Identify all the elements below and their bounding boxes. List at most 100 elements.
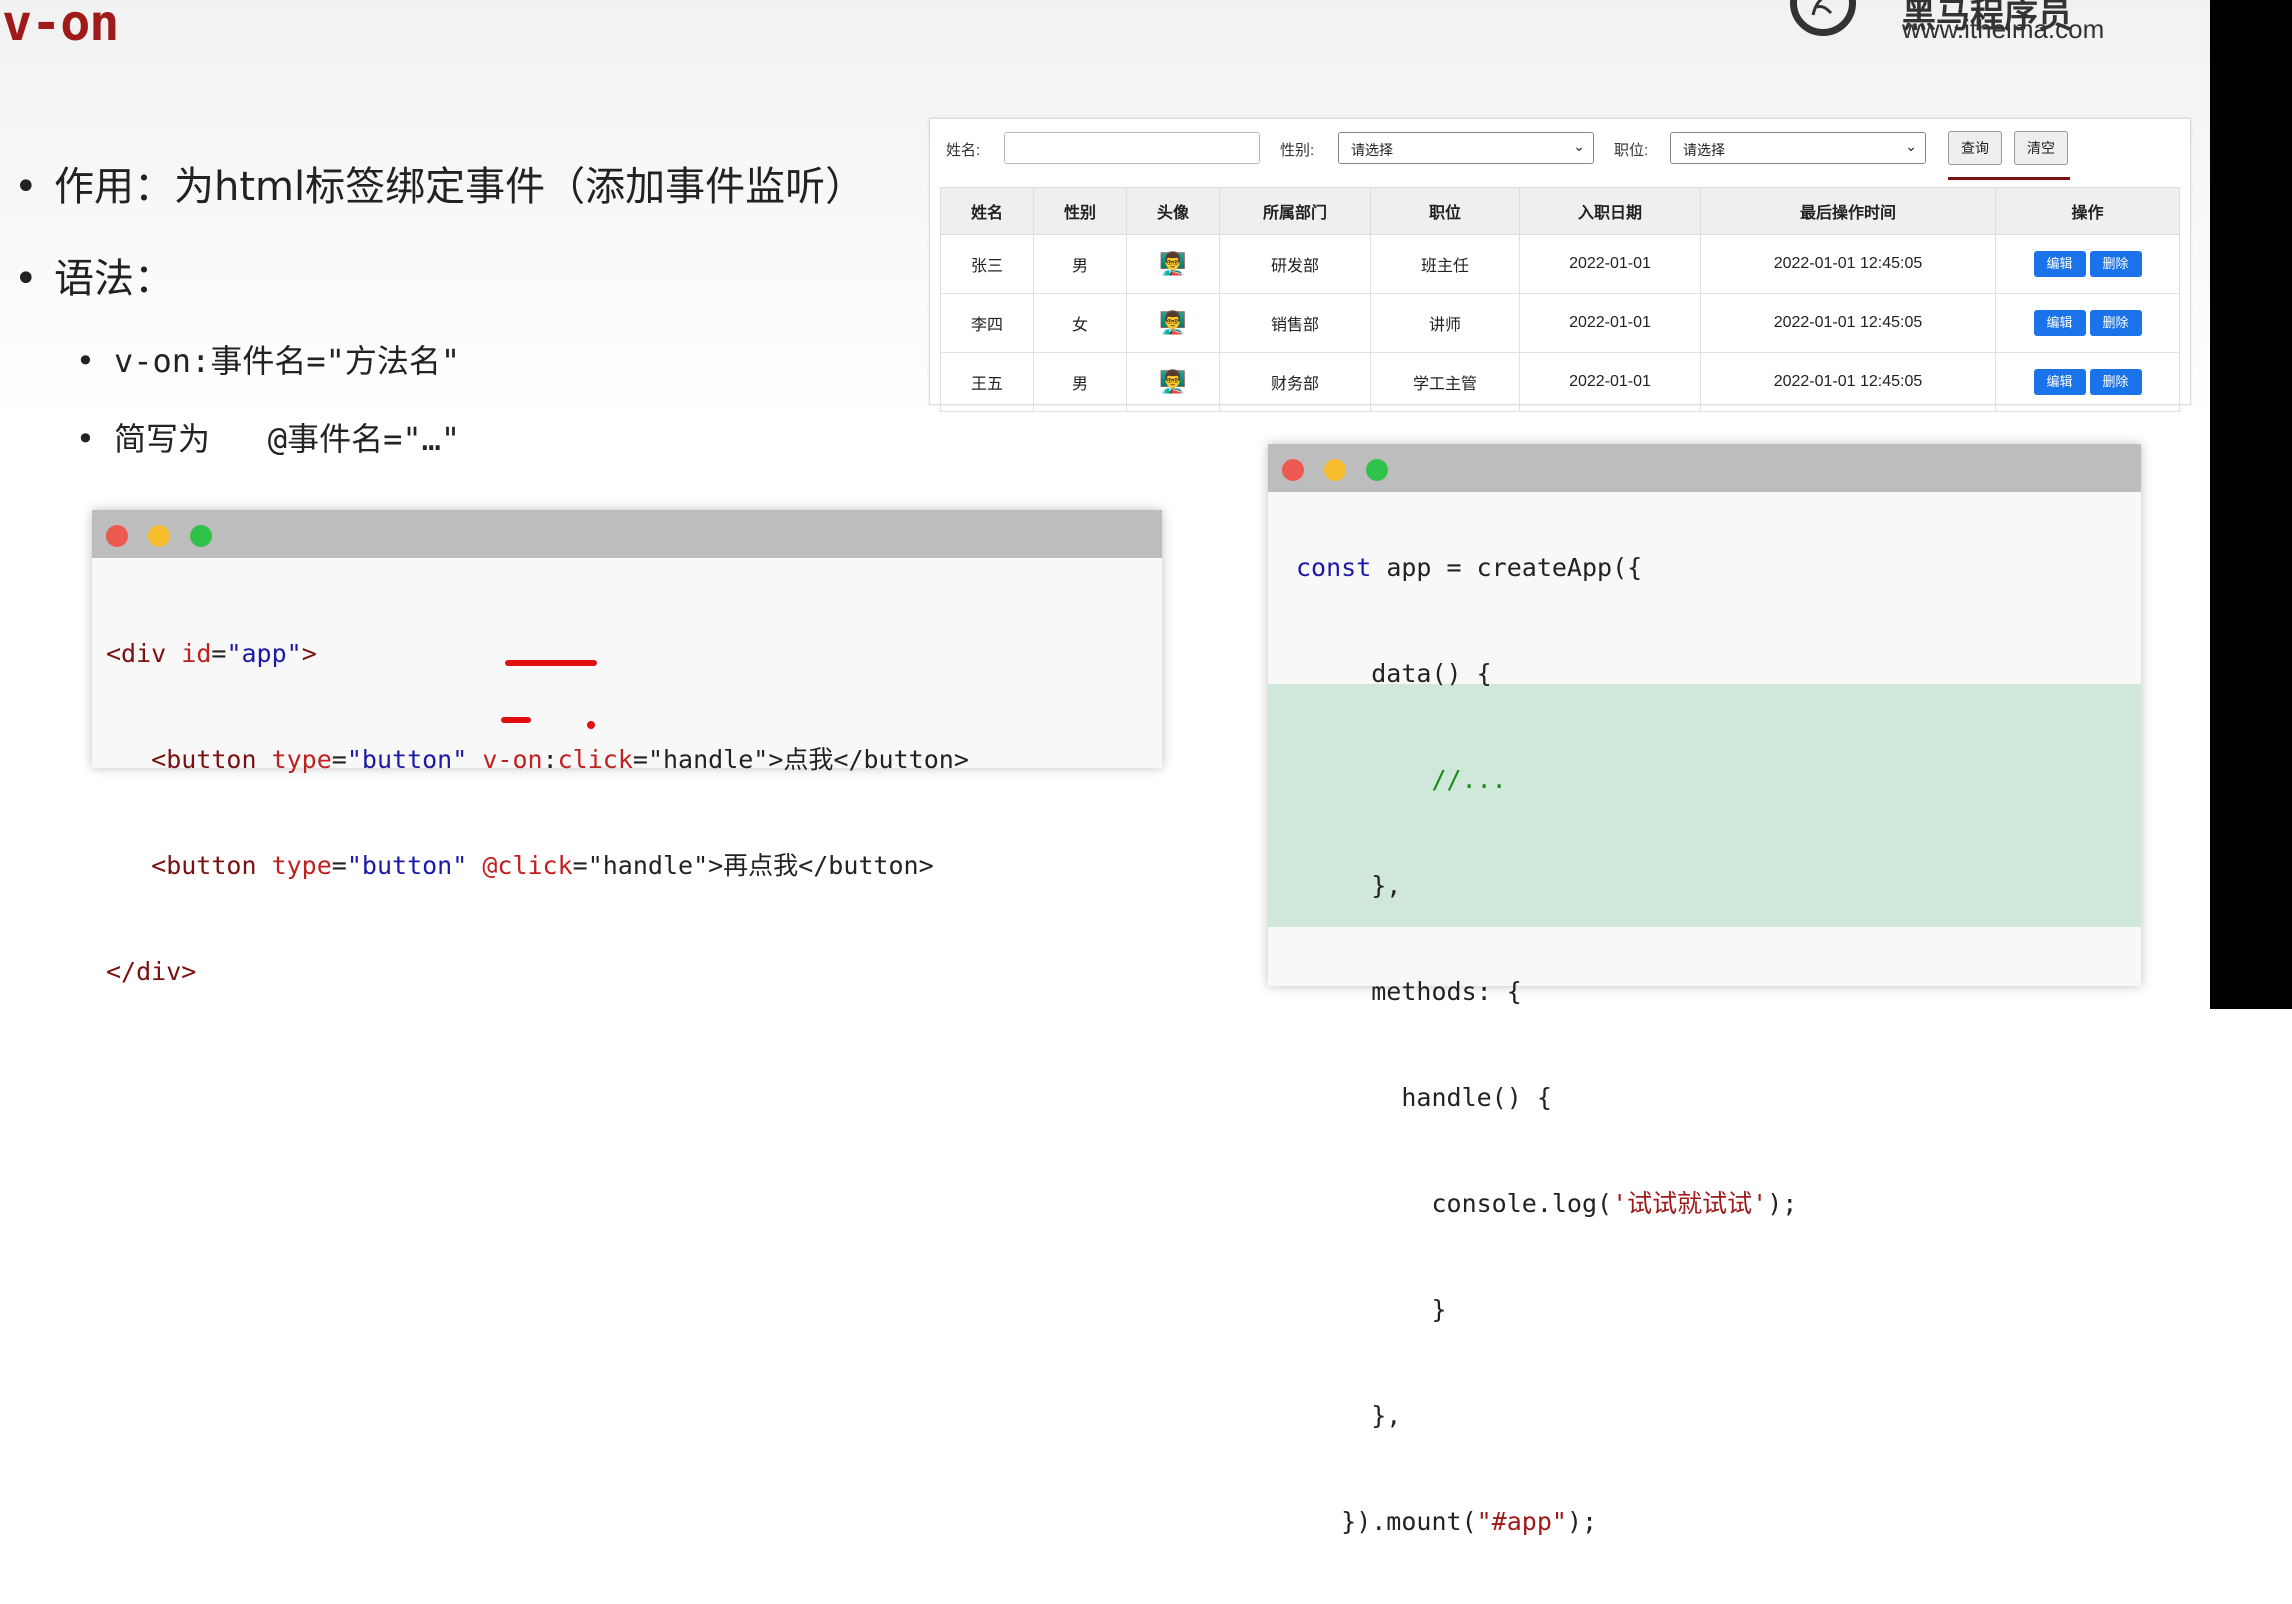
window-titlebar — [92, 510, 1162, 558]
code-line: data() { — [1296, 659, 1492, 688]
employee-table: 姓名 性别 头像 所属部门 职位 入职日期 最后操作时间 操作 张三 男 👨‍🏫… — [940, 187, 2180, 412]
minimize-dot-icon — [148, 525, 170, 547]
bullet-syntax: • 语法： — [14, 256, 174, 302]
position-select-value: 请选择 — [1683, 142, 1725, 158]
header-position: 职位 — [1370, 187, 1520, 235]
header-dept: 所属部门 — [1219, 187, 1371, 235]
cell-name: 王五 — [940, 352, 1034, 412]
code-token: ="handle">点我</button> — [632, 745, 969, 774]
header-actions: 操作 — [1995, 187, 2180, 235]
code-token: <button — [151, 745, 272, 774]
code-line: } — [1296, 1295, 1447, 1324]
cell-join-date: 2022-01-01 — [1519, 352, 1701, 412]
cell-position: 班主任 — [1370, 234, 1520, 294]
gender-select[interactable]: 请选择 ⌄ — [1338, 132, 1594, 164]
js-code-block: const app = createApp({ data() { //... }… — [1296, 486, 1797, 1604]
html-code-window: <div id="app"> <button type="button" v-o… — [92, 510, 1162, 986]
slide: v-on 黑马程序员 www.itheima.com • 作用：为html标签绑定… — [0, 0, 2210, 1536]
chevron-down-icon: ⌄ — [1573, 138, 1585, 154]
code-line: //... — [1296, 765, 1507, 794]
code-line: <button type="button" @click="handle">再点… — [106, 842, 969, 890]
right-black-bar — [2210, 0, 2292, 1009]
edit-button[interactable]: 编辑 — [2033, 369, 2086, 395]
code-token: console.log( — [1296, 1189, 1613, 1218]
position-select[interactable]: 请选择 ⌄ — [1670, 132, 1926, 164]
edit-button[interactable]: 编辑 — [2033, 310, 2086, 336]
code-token: id — [181, 639, 212, 668]
cell-position: 学工主管 — [1370, 352, 1520, 412]
edit-button[interactable]: 编辑 — [2033, 251, 2086, 277]
cell-dept: 财务部 — [1219, 352, 1371, 412]
code-line: }, — [1296, 1401, 1402, 1430]
avatar: 👨‍🏫 — [1126, 293, 1220, 353]
window-titlebar — [1268, 444, 2141, 492]
code-token: "app" — [226, 639, 302, 668]
header-join-date: 入职日期 — [1519, 187, 1701, 235]
code-line: <button type="button" v-on:click="handle… — [106, 736, 969, 784]
sub-bullet-shorthand: • 简写为 @事件名="…" — [76, 420, 461, 458]
code-token: const — [1296, 553, 1372, 582]
code-token: "button" — [346, 745, 468, 774]
code-token: type — [271, 851, 332, 880]
slide-title: v-on — [2, 0, 119, 52]
gender-label: 性别: — [1280, 142, 1315, 159]
avatar-icon: 👨‍🏫 — [1159, 251, 1187, 276]
avatar-icon: 👨‍🏫 — [1159, 369, 1187, 394]
code-token: '试试就试试' — [1612, 1189, 1768, 1218]
code-line: console.log('试试就试试'); — [1296, 1180, 1797, 1228]
code-token: "#app" — [1476, 1507, 1567, 1536]
table-row: 王五 男 👨‍🏫 财务部 学工主管 2022-01-01 2022-01-01 … — [940, 352, 2180, 412]
code-token: ); — [1566, 1507, 1598, 1536]
code-line: }).mount("#app"); — [1296, 1498, 1797, 1546]
close-dot-icon — [1282, 459, 1304, 481]
sub-bullet-von: • v-on:事件名="方法名" — [76, 342, 461, 380]
clear-button[interactable]: 清空 — [2014, 131, 2068, 165]
code-token: <button — [151, 851, 272, 880]
name-input[interactable] — [1004, 132, 1260, 164]
avatar-icon: 👨‍🏫 — [1159, 310, 1187, 335]
cell-gender: 男 — [1033, 234, 1127, 294]
code-token: @click — [482, 851, 573, 880]
cell-dept: 销售部 — [1219, 293, 1371, 353]
code-token: = — [211, 639, 227, 668]
delete-button[interactable]: 删除 — [2089, 251, 2142, 277]
avatar: 👨‍🏫 — [1126, 352, 1220, 412]
bullet-syntax-text: 语法： — [54, 256, 174, 302]
itheima-logo: 黑马程序员 www.itheima.com — [1790, 0, 2120, 50]
cell-name: 李四 — [940, 293, 1034, 353]
code-line: const app = createApp({ — [1296, 544, 1797, 592]
cell-actions: 编辑 删除 — [1995, 234, 2180, 294]
table-row: 张三 男 👨‍🏫 研发部 班主任 2022-01-01 2022-01-01 1… — [940, 234, 2180, 294]
html-code-block: <div id="app"> <button type="button" v-o… — [106, 572, 969, 1054]
code-token: }).mount( — [1296, 1507, 1477, 1536]
header-gender: 性别 — [1033, 187, 1127, 235]
code-token: "button" — [346, 851, 468, 880]
sub-bullet-von-text: v-on:事件名="方法名" — [114, 342, 461, 380]
underline-annotation — [505, 660, 597, 666]
position-label: 职位: — [1614, 142, 1649, 159]
horse-logo-icon — [1790, 0, 1856, 36]
avatar: 👨‍🏫 — [1126, 234, 1220, 294]
cell-gender: 女 — [1033, 293, 1127, 353]
code-token: v-on — [482, 745, 543, 774]
cell-dept: 研发部 — [1219, 234, 1371, 294]
maximize-dot-icon — [1366, 459, 1388, 481]
header-last-op: 最后操作时间 — [1700, 187, 1996, 235]
cell-gender: 男 — [1033, 352, 1127, 412]
delete-button[interactable]: 删除 — [2089, 369, 2142, 395]
delete-button[interactable]: 删除 — [2089, 310, 2142, 336]
maximize-dot-icon — [190, 525, 212, 547]
code-line: handle() { — [1296, 1083, 1552, 1112]
code-token: <div — [106, 639, 182, 668]
minimize-dot-icon — [1324, 459, 1346, 481]
code-token: type — [271, 745, 332, 774]
code-token: : — [542, 745, 558, 774]
code-token: ); — [1767, 1189, 1798, 1218]
js-code-window: const app = createApp({ data() { //... }… — [1268, 444, 2141, 1536]
name-label: 姓名: — [946, 142, 981, 159]
code-token: app = createApp({ — [1371, 553, 1643, 582]
query-button[interactable]: 查询 — [1948, 131, 2002, 165]
